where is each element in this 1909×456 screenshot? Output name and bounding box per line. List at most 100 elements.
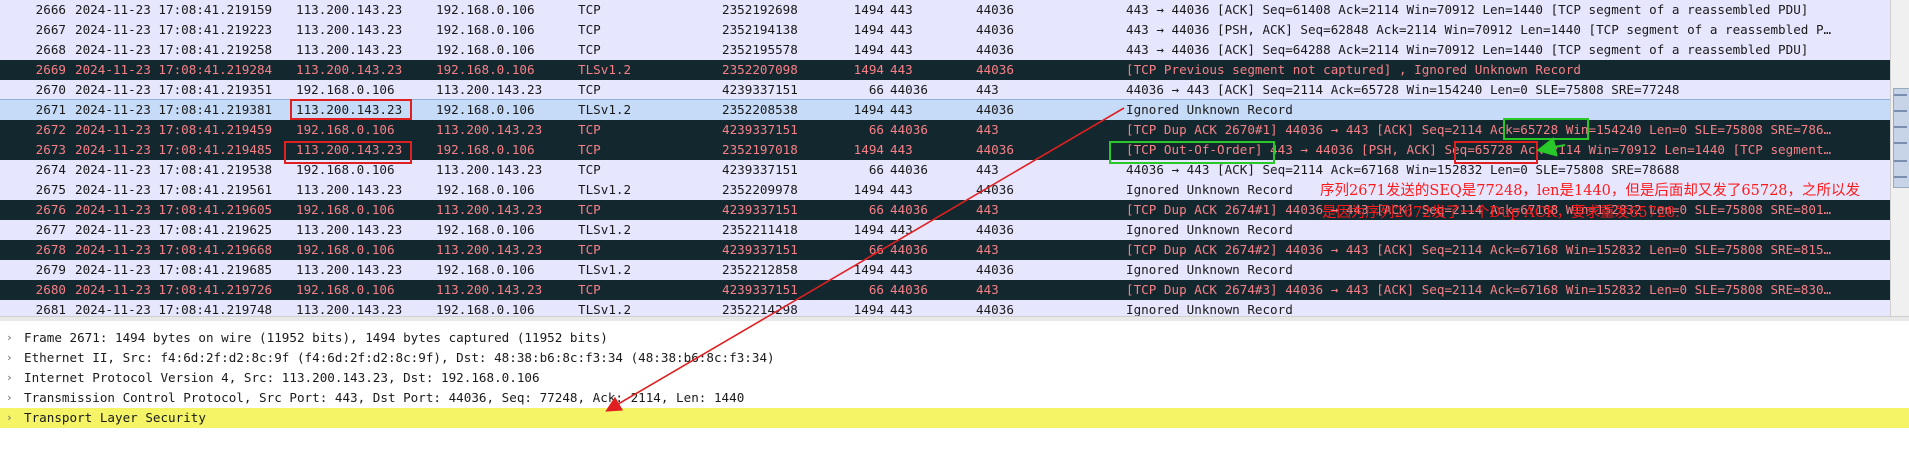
packet-cell-dst: 192.168.0.106 [436, 262, 535, 277]
packet-cell-proto: TCP [578, 122, 601, 137]
pane-splitter[interactable] [0, 316, 1909, 321]
packet-cell-proto: TCP [578, 22, 601, 37]
packet-row[interactable]: 2680 2024-11-23 17:08:41.219726 192.168.0.… [0, 280, 1890, 300]
detail-tree-item[interactable]: › Internet Protocol Version 4, Src: 113.2… [0, 368, 1909, 388]
packet-row[interactable]: 2667 2024-11-23 17:08:41.219223 113.200.14… [0, 20, 1890, 40]
packet-list-scrollbar[interactable] [1890, 0, 1909, 316]
packet-cell-dport: 44036 [976, 222, 1014, 237]
scrollbar-marker [1894, 176, 1907, 178]
packet-cell-sport: 443 [890, 182, 913, 197]
packet-cell-proto: TLSv1.2 [578, 222, 632, 237]
packet-cell-dst: 192.168.0.106 [436, 102, 535, 117]
packet-cell-no: 2674 [35, 162, 66, 177]
packet-cell-src: 192.168.0.106 [296, 242, 395, 257]
detail-tree-label: Transmission Control Protocol, Src Port:… [24, 390, 745, 405]
packet-cell-seq: 2352207098 [722, 62, 798, 77]
packet-cell-sport: 443 [890, 262, 913, 277]
packet-cell-seq: 4239337151 [722, 122, 798, 137]
packet-row[interactable]: 2672 2024-11-23 17:08:41.219459 192.168.0.… [0, 120, 1890, 140]
packet-row[interactable]: 2679 2024-11-23 17:08:41.219685 113.200.14… [0, 260, 1890, 280]
packet-cell-sport: 44036 [890, 162, 928, 177]
packet-row[interactable]: 2681 2024-11-23 17:08:41.219748 113.200.14… [0, 300, 1890, 316]
packet-cell-dport: 44036 [976, 262, 1014, 277]
packet-cell-no: 2680 [35, 282, 66, 297]
packet-cell-len: 66 [868, 82, 884, 97]
packet-cell-no: 2679 [35, 262, 66, 277]
packet-cell-seq: 2352195578 [722, 42, 798, 57]
packet-cell-sport: 443 [890, 222, 913, 237]
packet-cell-info: [TCP Dup ACK 2670#1] 44036 → 443 [ACK] S… [1126, 122, 1832, 137]
packet-cell-dst: 192.168.0.106 [436, 22, 535, 37]
detail-tree-label: Internet Protocol Version 4, Src: 113.20… [24, 370, 540, 385]
packet-cell-sport: 443 [890, 102, 913, 117]
packet-cell-len: 66 [868, 122, 884, 137]
packet-cell-proto: TCP [578, 202, 601, 217]
annotation-line-2: 是因为序列2672发了一个Dup ACK，要求重发65728. [1322, 205, 1680, 221]
packet-cell-dport: 443 [976, 162, 999, 177]
packet-row[interactable]: 2670 2024-11-23 17:08:41.219351 192.168.0.… [0, 80, 1890, 100]
packet-row[interactable]: 2671 2024-11-23 17:08:41.219381 113.200.14… [0, 99, 1890, 121]
packet-cell-len: 66 [868, 282, 884, 297]
highlight-box-src-2673 [284, 141, 412, 164]
packet-cell-info: [TCP Dup ACK 2674#3] 44036 → 443 [ACK] S… [1126, 282, 1832, 297]
packet-cell-len: 66 [868, 162, 884, 177]
packet-cell-info: Ignored Unknown Record [1126, 302, 1293, 316]
packet-cell-src: 113.200.143.23 [296, 302, 403, 316]
packet-cell-sport: 443 [890, 2, 913, 17]
packet-cell-src: 113.200.143.23 [296, 222, 403, 237]
scrollbar-thumb[interactable] [1893, 88, 1909, 188]
packet-cell-seq: 2352208538 [722, 102, 798, 117]
expand-arrow-icon[interactable]: › [6, 388, 13, 408]
packet-cell-time: 2024-11-23 17:08:41.219258 [75, 42, 273, 57]
detail-tree-label: Ethernet II, Src: f4:6d:2f:d2:8c:9f (f4:… [24, 350, 775, 365]
expand-arrow-icon[interactable]: › [6, 328, 13, 348]
packet-cell-dst: 113.200.143.23 [436, 122, 543, 137]
packet-cell-seq: 2352214298 [722, 302, 798, 316]
packet-cell-info: 443 → 44036 [PSH, ACK] Seq=62848 Ack=211… [1126, 22, 1832, 37]
expand-arrow-icon[interactable]: › [6, 348, 13, 368]
packet-cell-sport: 443 [890, 42, 913, 57]
packet-cell-time: 2024-11-23 17:08:41.219223 [75, 22, 273, 37]
packet-cell-len: 1494 [853, 262, 884, 277]
packet-cell-len: 1494 [853, 222, 884, 237]
scrollbar-marker [1894, 160, 1907, 162]
packet-cell-time: 2024-11-23 17:08:41.219351 [75, 82, 273, 97]
packet-cell-no: 2677 [35, 222, 66, 237]
packet-row[interactable]: 2668 2024-11-23 17:08:41.219258 113.200.14… [0, 40, 1890, 60]
detail-tree-item[interactable]: › Frame 2671: 1494 bytes on wire (11952 b… [0, 328, 1909, 348]
packet-cell-proto: TCP [578, 42, 601, 57]
packet-cell-len: 66 [868, 242, 884, 257]
highlight-box-ack-65728 [1503, 118, 1589, 140]
packet-cell-dst: 192.168.0.106 [436, 302, 535, 316]
packet-row[interactable]: 2678 2024-11-23 17:08:41.219668 192.168.0.… [0, 240, 1890, 260]
packet-cell-time: 2024-11-23 17:08:41.219538 [75, 162, 273, 177]
packet-cell-dport: 443 [976, 82, 999, 97]
annotation-line-1: 序列2671发送的SEQ是77248，len是1440，但是后面却又发了6572… [1320, 183, 1861, 199]
packet-cell-dport: 44036 [976, 182, 1014, 197]
packet-details-tree[interactable]: › Frame 2671: 1494 bytes on wire (11952 b… [0, 322, 1909, 456]
packet-cell-len: 66 [868, 202, 884, 217]
packet-cell-dst: 192.168.0.106 [436, 222, 535, 237]
detail-tree-item[interactable]: › Ethernet II, Src: f4:6d:2f:d2:8c:9f (f4… [0, 348, 1909, 368]
highlight-box-out-of-order [1109, 141, 1275, 164]
packet-row[interactable]: 2666 2024-11-23 17:08:41.219159 113.200.14… [0, 0, 1890, 20]
expand-arrow-icon[interactable]: › [6, 408, 13, 428]
packet-cell-proto: TCP [578, 82, 601, 97]
packet-cell-len: 1494 [853, 102, 884, 117]
packet-row[interactable]: 2669 2024-11-23 17:08:41.219284 113.200.14… [0, 60, 1890, 80]
packet-cell-len: 1494 [853, 302, 884, 316]
packet-cell-time: 2024-11-23 17:08:41.219605 [75, 202, 273, 217]
packet-cell-sport: 443 [890, 22, 913, 37]
expand-arrow-icon[interactable]: › [6, 368, 13, 388]
packet-cell-no: 2668 [35, 42, 66, 57]
packet-cell-dport: 44036 [976, 22, 1014, 37]
packet-cell-dst: 113.200.143.23 [436, 282, 543, 297]
packet-cell-time: 2024-11-23 17:08:41.219485 [75, 142, 273, 157]
packet-cell-proto: TCP [578, 2, 601, 17]
packet-cell-dport: 44036 [976, 42, 1014, 57]
packet-cell-dst: 113.200.143.23 [436, 202, 543, 217]
packet-cell-dport: 44036 [976, 2, 1014, 17]
packet-cell-no: 2678 [35, 242, 66, 257]
detail-tree-item[interactable]: › Transport Layer Security [0, 408, 1909, 428]
detail-tree-item[interactable]: › Transmission Control Protocol, Src Port… [0, 388, 1909, 408]
